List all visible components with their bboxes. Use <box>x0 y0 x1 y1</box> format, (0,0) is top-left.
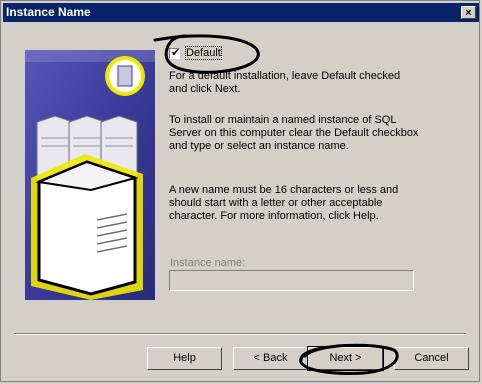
default-checkbox-label[interactable]: Default <box>185 46 222 60</box>
checkmark-icon: ✔ <box>171 47 181 59</box>
server-icon <box>25 50 155 300</box>
cancel-button[interactable]: Cancel <box>394 347 469 370</box>
default-checkbox[interactable]: ✔ <box>169 47 181 59</box>
instance-name-field[interactable] <box>169 270 414 291</box>
separator-highlight <box>14 334 466 335</box>
named-instance-instructions: To install or maintain a named instance … <box>169 114 419 152</box>
close-icon: × <box>465 7 472 19</box>
server-illustration <box>25 50 155 300</box>
default-instructions: For a default installation, leave Defaul… <box>169 70 401 95</box>
help-button[interactable]: Help <box>147 347 222 370</box>
back-button[interactable]: < Back <box>233 347 308 370</box>
next-button[interactable]: Next > <box>307 346 384 371</box>
instance-name-label: Instance name: <box>170 257 246 269</box>
name-rules-text: A new name must be 16 characters or less… <box>169 184 399 222</box>
close-button[interactable]: × <box>461 6 476 19</box>
title-bar: Instance Name × <box>3 3 479 22</box>
window-title: Instance Name <box>6 5 91 19</box>
